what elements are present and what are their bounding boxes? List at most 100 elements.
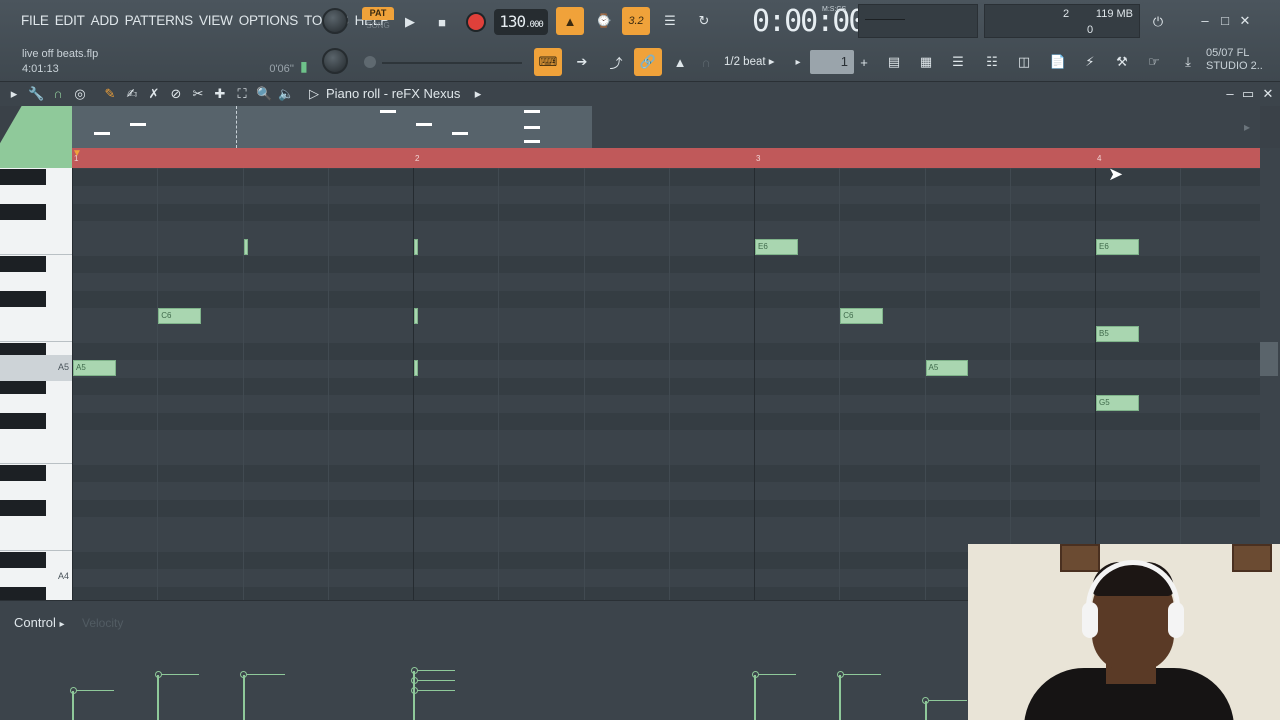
menu-options[interactable]: OPTIONS	[236, 12, 301, 30]
help-button[interactable]: ☞	[1140, 48, 1168, 76]
wrench-icon[interactable]: 🔧	[28, 86, 44, 102]
note[interactable]: G5	[1096, 395, 1139, 412]
prev-button[interactable]: ▸	[788, 48, 808, 76]
piano-roll-title[interactable]: Piano roll - reFX Nexus	[326, 86, 460, 101]
black-key[interactable]	[0, 169, 46, 185]
note[interactable]	[243, 238, 248, 255]
zoom-icon[interactable]: 🔍	[256, 86, 272, 102]
velocity-stem[interactable]	[839, 675, 842, 720]
tempo-display[interactable]: 130.000	[494, 9, 548, 35]
black-key[interactable]	[0, 586, 46, 600]
slider-handle[interactable]	[364, 56, 376, 68]
play-button[interactable]: ▶	[396, 8, 424, 36]
speaker-icon[interactable]: 🔈	[278, 86, 294, 102]
playhead-marker[interactable]: ▼	[72, 148, 82, 162]
timeline-ruler[interactable]: 1234	[72, 148, 1260, 168]
playlist-button[interactable]: ▤	[880, 48, 908, 76]
channel-rack-button[interactable]: ☰	[944, 48, 972, 76]
slice-icon[interactable]: ✂	[190, 86, 206, 102]
velocity-stem[interactable]	[157, 675, 160, 720]
record-button[interactable]	[462, 8, 490, 36]
chevron-right-icon[interactable]: ▷	[306, 86, 322, 102]
project-picker-button[interactable]: 📄	[1044, 48, 1072, 76]
link-button[interactable]: 🔗	[634, 48, 662, 76]
note[interactable]	[414, 238, 418, 255]
delete-icon[interactable]: ✗	[146, 86, 162, 102]
project-info: live off beats.flp 4:01:13 0'06'' ▮	[18, 46, 314, 78]
menu-file[interactable]: FILE	[18, 12, 52, 30]
mute-icon[interactable]: ⊘	[168, 86, 184, 102]
menu-arrow-icon[interactable]: ▸	[6, 86, 22, 102]
note-grid[interactable]: A5 C6 E6 C6 A5 E6 B5 G5	[72, 168, 1260, 600]
mixer-button[interactable]: ☷	[978, 48, 1006, 76]
black-key[interactable]	[0, 551, 46, 568]
pat-song-toggle[interactable]: PAT SONG	[362, 7, 394, 35]
magnet-icon[interactable]: ∩	[50, 86, 66, 102]
master-pitch-knob[interactable]	[322, 48, 348, 74]
note[interactable]: B5	[1096, 325, 1139, 342]
note[interactable]	[414, 360, 418, 377]
maximize-button[interactable]: □	[1216, 12, 1234, 30]
black-key[interactable]	[0, 290, 46, 307]
piano-roll-button[interactable]: ▦	[912, 48, 940, 76]
pr-minimize-icon[interactable]: –	[1222, 86, 1238, 102]
menu-edit[interactable]: EDIT	[52, 12, 88, 30]
wait-input-button[interactable]: ⌚	[590, 7, 618, 35]
power-button[interactable]: ⏻	[1144, 8, 1172, 36]
pencil-icon[interactable]: ✎	[102, 86, 118, 102]
velocity-stem[interactable]	[754, 675, 756, 720]
note[interactable]: C6	[840, 308, 883, 325]
record-icon[interactable]: ◎	[72, 86, 88, 102]
zoom-select-icon[interactable]: ⛶	[234, 86, 250, 102]
select-icon[interactable]: ✚	[212, 86, 228, 102]
scrollbar-thumb[interactable]	[1260, 342, 1278, 376]
browser-button[interactable]: ◫	[1010, 48, 1038, 76]
close-button[interactable]: ✕	[1236, 12, 1254, 30]
velocity-stem[interactable]	[72, 691, 74, 720]
pr-close-icon[interactable]: ✕	[1260, 86, 1276, 102]
pattern-number[interactable]: 1	[810, 50, 854, 74]
note[interactable]	[414, 308, 418, 325]
note[interactable]: E6	[1096, 238, 1139, 255]
scroll-right-icon[interactable]: ▸	[1244, 120, 1250, 134]
multilink-button[interactable]: ▲	[666, 48, 694, 76]
control-label[interactable]: Control ▸	[14, 615, 65, 630]
plugin-database-button[interactable]: ⚡	[1076, 48, 1104, 76]
minimize-button[interactable]: –	[1196, 12, 1214, 30]
countdown-button[interactable]: 3.2	[622, 7, 650, 35]
step-edit-button[interactable]: ➔	[568, 48, 596, 76]
blend-recording-button[interactable]: ☰	[656, 7, 684, 35]
typing-keyboard-button[interactable]: ⌨	[534, 48, 562, 76]
menu-add[interactable]: ADD	[88, 12, 122, 30]
black-key[interactable]	[0, 464, 46, 481]
black-key[interactable]	[0, 256, 46, 272]
title-chevron-icon[interactable]: ▸	[470, 86, 486, 102]
piano-keyboard[interactable]: A5 A4	[0, 168, 72, 600]
black-key[interactable]	[0, 499, 46, 516]
slide-button[interactable]: ⤴	[602, 48, 630, 76]
download-button[interactable]: ⤓	[1174, 48, 1202, 76]
add-pattern-button[interactable]: +	[854, 48, 874, 76]
black-key[interactable]	[0, 203, 46, 220]
paint-icon[interactable]: ✍	[124, 86, 140, 102]
song-position-slider[interactable]	[382, 62, 522, 64]
velocity-stem[interactable]	[242, 675, 245, 720]
stop-button[interactable]: ■	[428, 8, 456, 36]
note[interactable]: C6	[158, 308, 201, 325]
menu-patterns[interactable]: PATTERNS	[122, 12, 196, 30]
tools-button[interactable]: ⚒	[1108, 48, 1136, 76]
velocity-stem[interactable]	[413, 691, 415, 720]
snap-selector[interactable]: 1/2 beat ▸	[718, 50, 784, 74]
black-key[interactable]	[0, 412, 46, 429]
loop-recording-button[interactable]: ↻	[690, 7, 718, 35]
metronome-button[interactable]: ▲	[556, 7, 584, 35]
note[interactable]: E6	[755, 238, 798, 255]
pr-maximize-icon[interactable]: ▭	[1240, 86, 1256, 102]
note[interactable]: A5	[925, 360, 969, 377]
menu-view[interactable]: VIEW	[196, 12, 236, 30]
note[interactable]: A5	[73, 360, 116, 377]
pattern-overview[interactable]	[72, 106, 592, 148]
master-volume-knob[interactable]	[322, 8, 348, 34]
news-panel[interactable]: 05/07 FL STUDIO 2..	[1206, 47, 1263, 73]
magnet-button[interactable]: ∩	[696, 48, 716, 76]
